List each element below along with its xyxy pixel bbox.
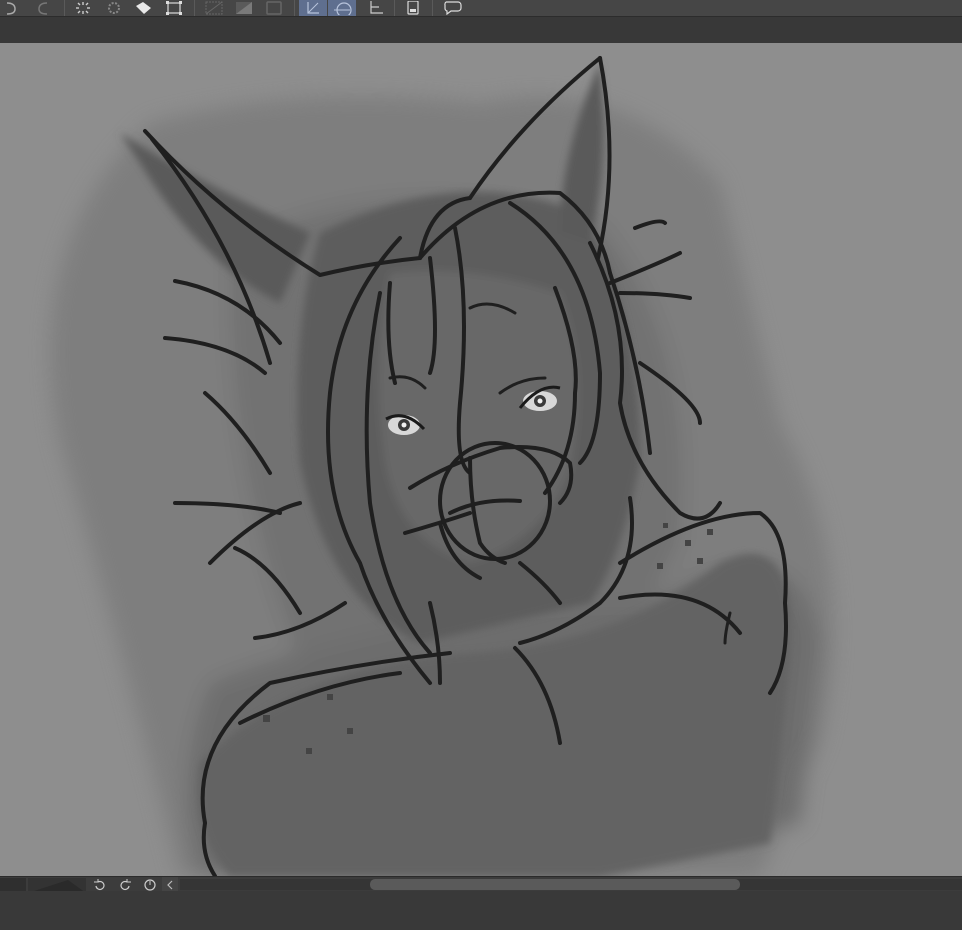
scroll-left-icon [167,880,173,889]
curve-snap-button[interactable] [328,0,356,16]
curve-snap-icon [334,2,352,15]
grid-icon [370,1,383,14]
status-bar [0,891,962,930]
top-toolbar [0,0,962,17]
canvas-navigation-bar [0,876,962,893]
loading-spinner-icon [76,2,90,14]
reset-rotation-button[interactable] [140,877,160,892]
sketch-artwork [50,56,834,876]
clear-selection-button[interactable] [200,0,228,16]
command-bar [0,17,962,44]
toolbar-separator [64,0,65,16]
invert-selection-button[interactable] [230,0,258,16]
feedback-icon [444,1,462,15]
fill-bucket-icon [136,2,151,14]
device-icon [407,1,419,15]
rotate-left-button[interactable] [90,877,110,892]
transform-button[interactable] [160,0,188,16]
scroll-left-button[interactable] [162,877,178,892]
device-button[interactable] [400,0,426,16]
navigator-preview[interactable] [28,878,86,893]
horizontal-scrollbar-thumb[interactable] [370,879,740,890]
selection-invert-icon [236,2,252,14]
selection-clear-icon [205,1,223,15]
zoom-field[interactable] [0,878,26,891]
toolbar-separator [294,0,295,16]
rotate-left-icon [94,878,105,890]
toolbar-separator [194,0,195,16]
toolbar-separator [432,0,433,16]
ruler-snap-button[interactable] [299,0,327,16]
settings-button[interactable] [100,0,128,16]
fill-button[interactable] [130,0,158,16]
grid-button[interactable] [362,0,390,16]
layer-box-button[interactable] [260,0,288,16]
toolbar-separator [394,0,395,16]
rotate-right-button[interactable] [115,877,135,892]
drawing-canvas[interactable] [0,43,962,876]
settings-gear-icon [108,2,120,14]
reset-rotation-icon [144,878,156,891]
feedback-button[interactable] [438,0,466,16]
redo-icon [38,2,48,15]
transform-icon [166,1,182,15]
rotate-right-icon [120,878,131,890]
layer-box-icon [266,1,282,15]
redo-button[interactable] [28,0,58,16]
ruler-snap-icon [307,2,319,14]
undo-button[interactable] [0,0,26,16]
spinner-button[interactable] [70,0,96,16]
undo-icon [6,2,16,15]
